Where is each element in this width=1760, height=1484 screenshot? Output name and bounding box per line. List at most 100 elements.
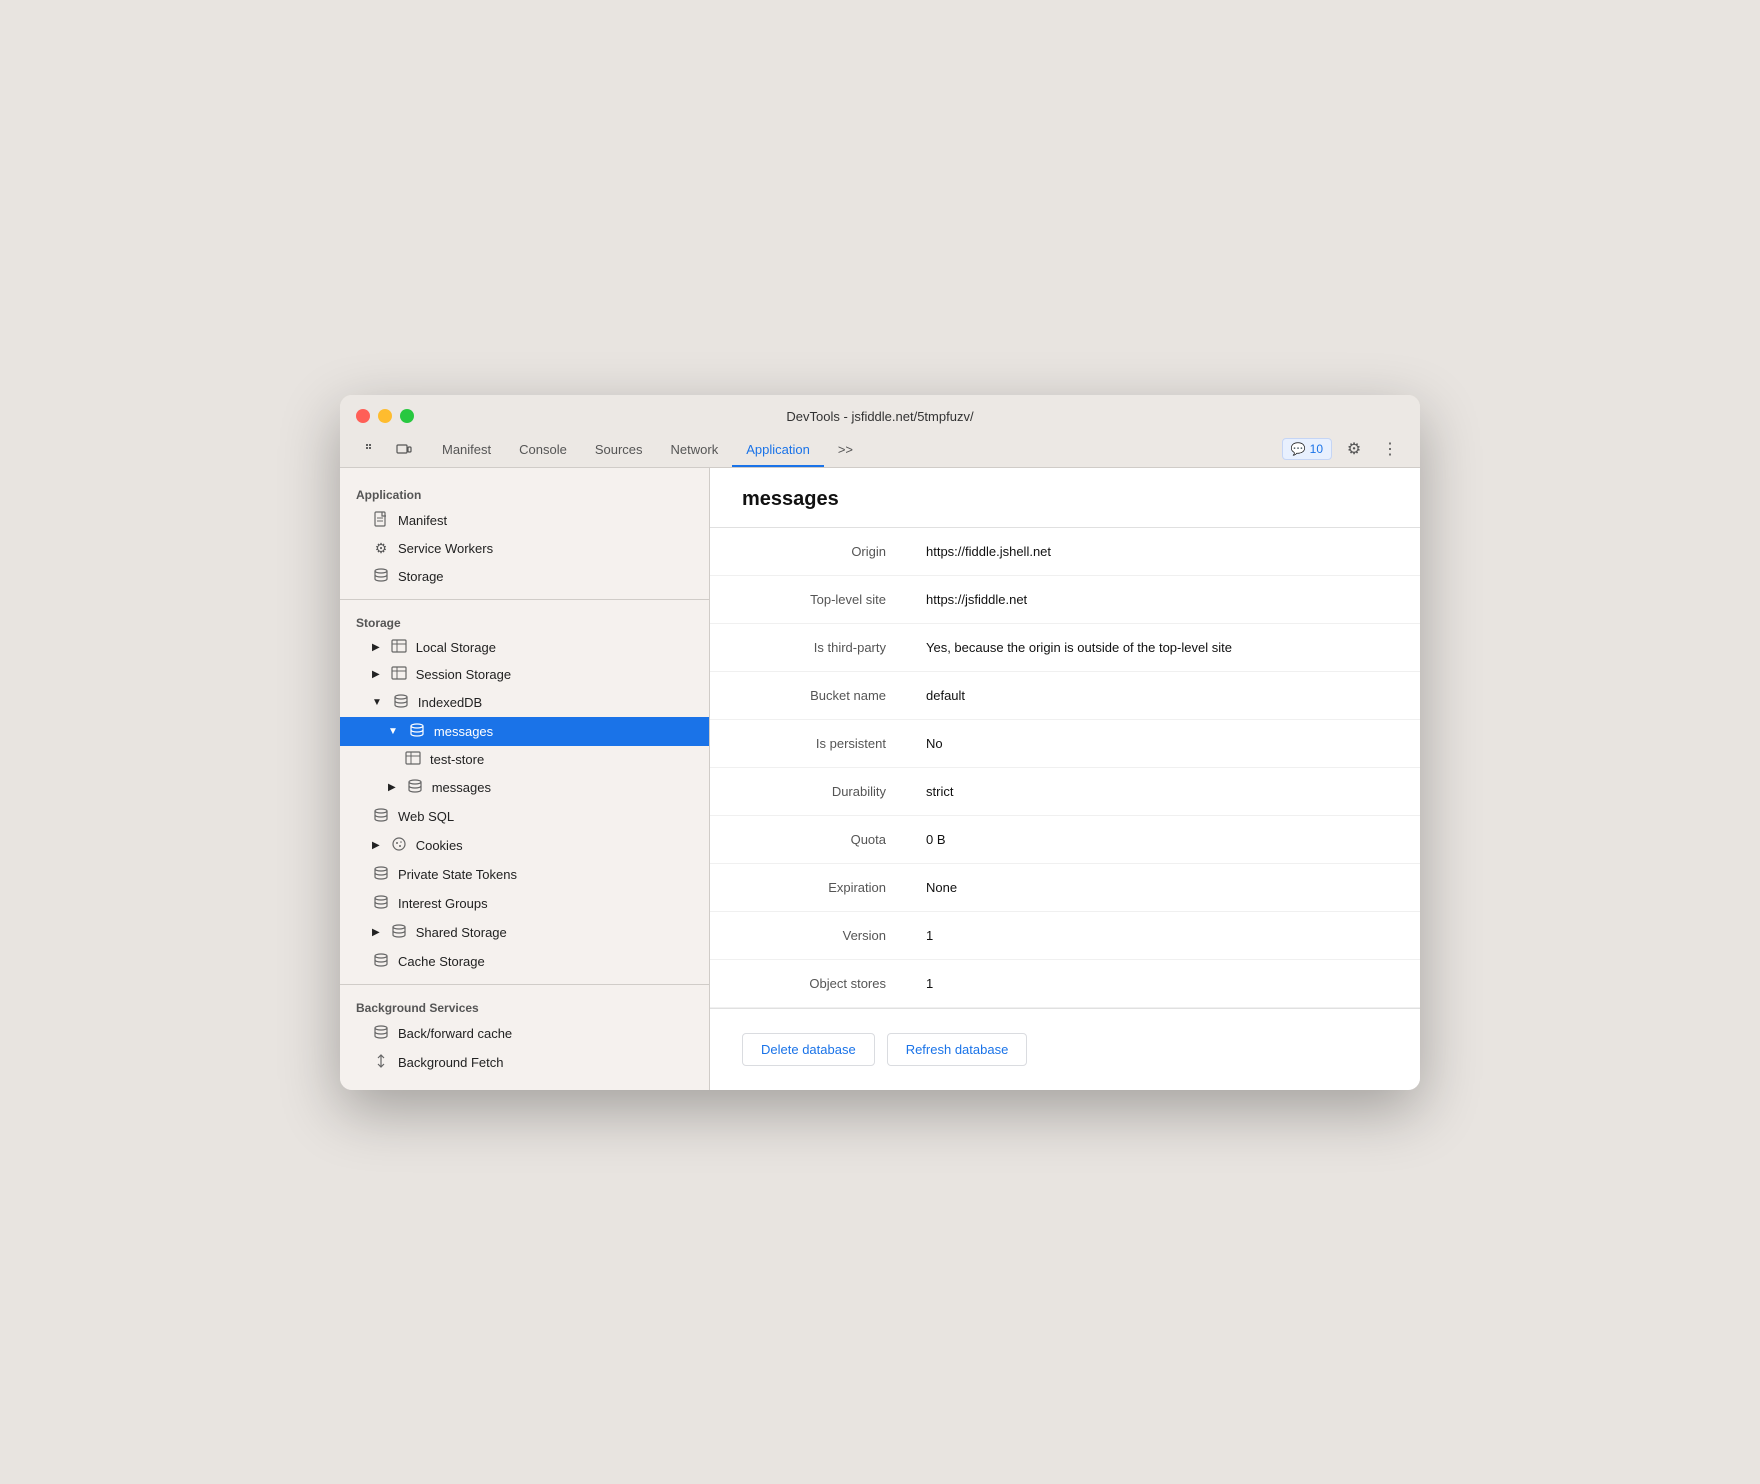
tab-elements[interactable]: Manifest [428,434,505,467]
main-content: Application Manifest ⚙ Service Workers [340,468,1420,1090]
sidebar-item-cache-storage[interactable]: Cache Storage [340,947,709,976]
device-icon[interactable] [388,434,420,466]
row-object-stores: Object stores 1 [710,960,1420,1008]
db-icon-2 [392,693,410,712]
db-icon-10 [372,1024,390,1043]
file-icon [372,511,390,530]
devtools-window: DevTools - jsfiddle.net/5tmpfuzv/ Manife… [340,395,1420,1090]
sidebar-item-local-storage[interactable]: ▶ Local Storage [340,634,709,661]
delete-database-button[interactable]: Delete database [742,1033,875,1066]
label-bucket-name: Bucket name [710,672,910,719]
db-icon-9 [372,952,390,971]
label-version: Version [710,912,910,959]
web-sql-label: Web SQL [398,809,454,824]
cookies-label: Cookies [416,838,463,853]
section-header-storage: Storage [340,608,709,634]
panel-actions: Delete database Refresh database [710,1008,1420,1090]
refresh-database-button[interactable]: Refresh database [887,1033,1028,1066]
row-top-level-site: Top-level site https://jsfiddle.net [710,576,1420,624]
tab-console[interactable]: Console [505,434,581,467]
sidebar-item-web-sql[interactable]: Web SQL [340,802,709,831]
chevron-right-icon-2: ▶ [372,669,380,680]
main-panel: messages Origin https://fiddle.jshell.ne… [710,468,1420,1090]
tab-network[interactable]: Network [657,434,733,467]
title-bar: DevTools - jsfiddle.net/5tmpfuzv/ Manife… [340,395,1420,468]
manifest-label: Manifest [398,513,447,528]
chevron-right-icon-5: ▶ [372,927,380,938]
badge-count: 10 [1310,442,1323,456]
value-expiration: None [910,864,1420,911]
sidebar-item-messages-db[interactable]: ▼ messages [340,717,709,746]
sidebar-item-interest-groups[interactable]: Interest Groups [340,889,709,918]
sidebar-item-indexeddb[interactable]: ▼ IndexedDB [340,688,709,717]
tab-sources[interactable]: Sources [581,434,657,467]
test-store-label: test-store [430,752,484,767]
detail-rows: Origin https://fiddle.jshell.net Top-lev… [710,528,1420,1008]
sidebar-item-test-store[interactable]: test-store [340,746,709,773]
updown-icon [372,1053,390,1072]
more-icon[interactable]: ⋮ [1376,435,1404,463]
row-expiration: Expiration None [710,864,1420,912]
row-is-third-party: Is third-party Yes, because the origin i… [710,624,1420,672]
label-object-stores: Object stores [710,960,910,1007]
db-icon-5 [372,807,390,826]
chevron-right-icon-4: ▶ [372,840,380,851]
sidebar-item-manifest[interactable]: Manifest [340,506,709,535]
window-title: DevTools - jsfiddle.net/5tmpfuzv/ [786,409,973,424]
cookie-icon [390,836,408,855]
row-is-persistent: Is persistent No [710,720,1420,768]
sidebar-item-cookies[interactable]: ▶ Cookies [340,831,709,860]
sidebar-item-storage-app[interactable]: Storage [340,562,709,591]
maximize-button[interactable] [400,409,414,423]
value-object-stores: 1 [910,960,1420,1007]
section-header-application: Application [340,480,709,506]
sidebar-item-service-workers[interactable]: ⚙ Service Workers [340,535,709,562]
sidebar-item-session-storage[interactable]: ▶ Session Storage [340,661,709,688]
sidebar-item-shared-storage[interactable]: ▶ Shared Storage [340,918,709,947]
chevron-down-icon: ▼ [372,697,382,708]
session-storage-label: Session Storage [416,667,511,682]
value-durability: strict [910,768,1420,815]
chevron-down-icon-2: ▼ [388,726,398,737]
background-fetch-label: Background Fetch [398,1055,504,1070]
cache-storage-label: Cache Storage [398,954,485,969]
service-workers-label: Service Workers [398,541,493,556]
tab-more[interactable]: >> [824,434,867,467]
value-bucket-name: default [910,672,1420,719]
divider-1 [340,599,709,600]
storage-app-label: Storage [398,569,444,584]
panel-title: messages [742,488,1388,511]
close-button[interactable] [356,409,370,423]
db-icon-4 [406,778,424,797]
tabs-right: 💬 10 ⚙ ⋮ [1282,435,1404,463]
back-forward-cache-label: Back/forward cache [398,1026,512,1041]
private-state-tokens-label: Private State Tokens [398,867,517,882]
divider-2 [340,984,709,985]
panel-header: messages [710,468,1420,528]
value-is-third-party: Yes, because the origin is outside of th… [910,624,1420,671]
interest-groups-label: Interest Groups [398,896,488,911]
value-origin: https://fiddle.jshell.net [910,528,1420,575]
traffic-lights [356,409,414,423]
sidebar: Application Manifest ⚙ Service Workers [340,468,710,1090]
sidebar-item-background-fetch[interactable]: Background Fetch [340,1048,709,1077]
sidebar-item-private-state-tokens[interactable]: Private State Tokens [340,860,709,889]
sidebar-item-back-forward-cache[interactable]: Back/forward cache [340,1019,709,1048]
minimize-button[interactable] [378,409,392,423]
local-storage-label: Local Storage [416,640,496,655]
messages-badge[interactable]: 💬 10 [1282,438,1332,460]
tab-application[interactable]: Application [732,434,824,467]
db-icon-6 [372,865,390,884]
value-version: 1 [910,912,1420,959]
sidebar-item-messages-db2[interactable]: ▶ messages [340,773,709,802]
cursor-icon[interactable] [356,434,388,466]
value-is-persistent: No [910,720,1420,767]
settings-icon[interactable]: ⚙ [1340,435,1368,463]
label-quota: Quota [710,816,910,863]
row-bucket-name: Bucket name default [710,672,1420,720]
row-origin: Origin https://fiddle.jshell.net [710,528,1420,576]
table-icon-3 [404,751,422,768]
messages-label: messages [434,724,493,739]
db-icon-8 [390,923,408,942]
shared-storage-label: Shared Storage [416,925,507,940]
